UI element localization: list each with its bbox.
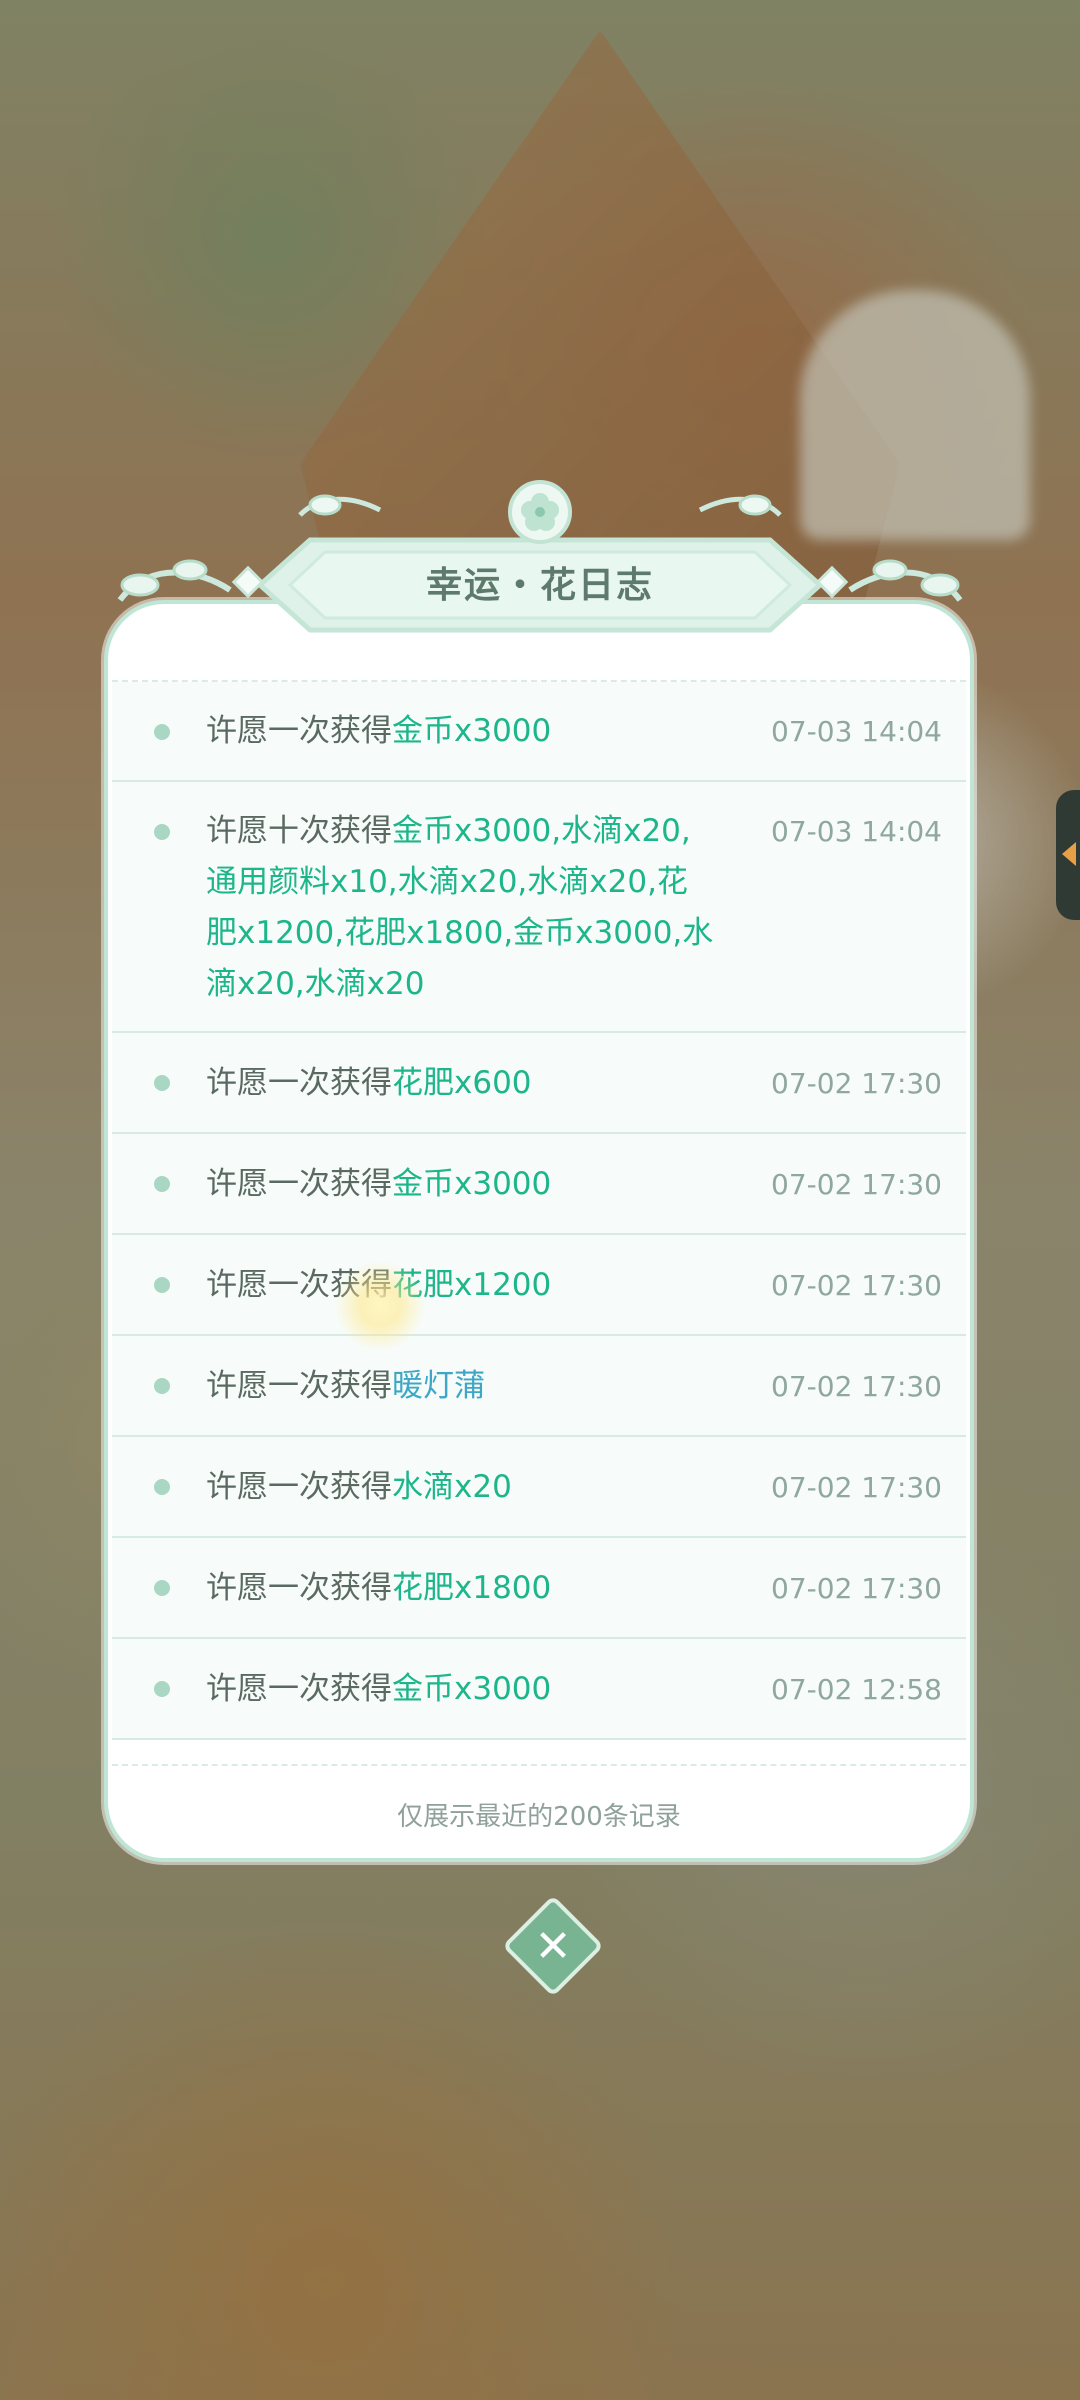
panel-title: 幸运・花日志: [425, 565, 654, 606]
record-prefix: 许愿十次获得: [206, 813, 392, 849]
record-prefix: 许愿一次获得: [206, 1469, 392, 1505]
list-item: 许愿十次获得金币x3000,水滴x20, 通用颜料x10,水滴x20,水滴x20…: [112, 782, 966, 1033]
list-item: 许愿一次获得金币x3000 07-02 12:58: [112, 1639, 966, 1740]
side-drawer-handle[interactable]: [1056, 790, 1080, 920]
record-prefix: 许愿一次获得: [206, 1368, 392, 1404]
record-time: 07-02 17:30: [771, 1067, 942, 1100]
record-reward: 暖灯蒲: [392, 1368, 485, 1404]
record-time: 07-02 17:30: [771, 1572, 942, 1605]
close-icon[interactable]: ✕: [517, 1910, 589, 1982]
record-reward: 金币x3000: [392, 1671, 552, 1707]
record-time: 07-02 17:30: [771, 1370, 942, 1403]
bullet-dot: [154, 724, 170, 740]
bullet-dot: [154, 1479, 170, 1495]
record-reward: 滴x20,水滴x20: [206, 966, 425, 1002]
bullet-dot: [154, 1580, 170, 1596]
record-text: 许愿一次获得金币x3000: [206, 706, 766, 757]
list-item: 许愿一次获得暖灯蒲 07-02 17:30: [112, 1336, 966, 1437]
record-text: 许愿十次获得金币x3000,水滴x20, 通用颜料x10,水滴x20,水滴x20…: [206, 806, 766, 1010]
record-time: 07-02 17:30: [771, 1471, 942, 1504]
bullet-dot: [154, 1075, 170, 1091]
record-time: 07-02 17:30: [771, 1269, 942, 1302]
bullet-dot: [154, 1277, 170, 1293]
list-item: 许愿一次获得金币x3000 07-02 17:30: [112, 1134, 966, 1235]
list-item: 许愿一次获得花肥x1200 07-02 17:30: [112, 1235, 966, 1336]
record-reward: 金币x3000: [392, 1166, 552, 1202]
record-reward: 通用颜料x10,水滴x20,水滴x20,花: [206, 864, 688, 900]
record-text: 许愿一次获得金币x3000: [206, 1159, 766, 1210]
triangle-left-icon: [1062, 842, 1076, 866]
record-reward: 水滴x20: [392, 1469, 512, 1505]
record-time: 07-02 17:30: [771, 1168, 942, 1201]
list-item: 许愿一次获得水滴x20 07-02 17:30: [112, 1437, 966, 1538]
list-item: 许愿一次获得金币x3000 07-03 14:04: [112, 682, 966, 782]
record-text: 许愿一次获得暖灯蒲: [206, 1361, 766, 1412]
record-prefix: 许愿一次获得: [206, 1065, 392, 1101]
bullet-dot: [154, 1681, 170, 1697]
record-reward: 花肥x600: [392, 1065, 532, 1101]
record-text: 许愿一次获得花肥x1800: [206, 1563, 766, 1614]
record-text: 许愿一次获得水滴x20: [206, 1462, 766, 1513]
record-time: 07-03 14:04: [771, 815, 942, 848]
list-item: 许愿一次获得花肥x600 07-02 17:30: [112, 1033, 966, 1134]
record-reward: 金币x3000,水滴x20,: [392, 813, 691, 849]
record-reward: 金币x3000: [392, 713, 552, 749]
record-time: 07-03 14:04: [771, 715, 942, 748]
bullet-dot: [154, 1176, 170, 1192]
footer-divider: [112, 1764, 966, 1766]
list-item: 许愿一次获得花肥x1800 07-02 17:30: [112, 1538, 966, 1639]
record-prefix: 许愿一次获得: [206, 1570, 392, 1606]
record-prefix: 许愿一次获得: [206, 1166, 392, 1202]
record-text: 许愿一次获得花肥x600: [206, 1058, 766, 1109]
record-reward: 花肥x1800: [392, 1570, 552, 1606]
sparkle-effect: [334, 1260, 426, 1352]
record-text: 许愿一次获得金币x3000: [206, 1664, 766, 1715]
record-time: 07-02 12:58: [771, 1673, 942, 1706]
bullet-dot: [154, 824, 170, 840]
record-reward: 肥x1200,花肥x1800,金币x3000,水: [206, 915, 714, 951]
bullet-dot: [154, 1378, 170, 1394]
record-prefix: 许愿一次获得: [206, 713, 392, 749]
record-limit-note: 仅展示最近的200条记录: [397, 1802, 681, 1832]
flower-log-panel: 许愿一次获得金币x3000 07-03 14:04 许愿十次获得金币x3000,…: [104, 600, 974, 1862]
record-prefix: 许愿一次获得: [206, 1671, 392, 1707]
record-text: 许愿一次获得花肥x1200: [206, 1260, 766, 1311]
record-list[interactable]: 许愿一次获得金币x3000 07-03 14:04 许愿十次获得金币x3000,…: [112, 680, 966, 1742]
